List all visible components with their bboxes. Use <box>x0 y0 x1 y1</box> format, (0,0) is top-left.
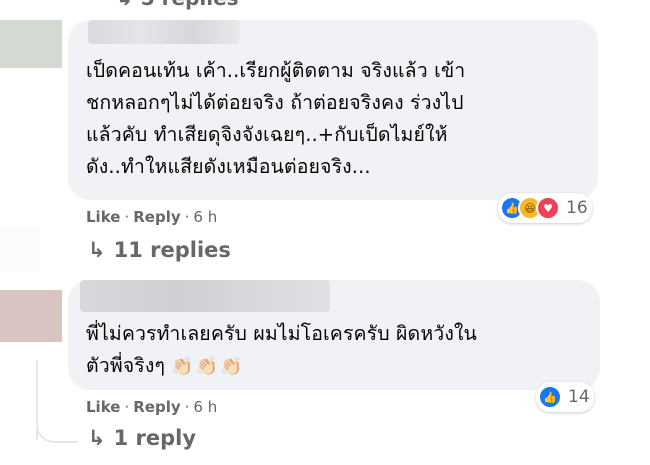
like-icon: 👍 <box>538 385 562 409</box>
comment-text: พี่ไม่ควรทำเลยครับ ผมไม่โอเครครับ ผิดหวั… <box>86 318 596 383</box>
view-replies-label: 1 reply <box>113 426 197 450</box>
reply-button[interactable]: Reply <box>133 208 180 226</box>
timestamp[interactable]: 6 h <box>193 208 217 226</box>
view-replies-link[interactable]: ↳ 11 replies <box>88 238 231 262</box>
comment-text-body: พี่ไม่ควรทำเลยครับ ผมไม่โอเครครับ ผิดหวั… <box>86 322 477 377</box>
clap-emoji: 👏🏻👏🏻👏🏻 <box>171 356 245 377</box>
like-button[interactable]: Like <box>86 208 120 226</box>
reply-button[interactable]: Reply <box>133 398 180 416</box>
reaction-count: 16 <box>566 198 588 218</box>
separator: · <box>184 398 190 416</box>
like-button[interactable]: Like <box>86 398 120 416</box>
reply-arrow-icon: ↳ <box>88 238 106 262</box>
view-replies-link[interactable]: ↳ 1 reply <box>88 426 196 450</box>
commenter-name-blurred[interactable] <box>88 20 240 44</box>
view-replies-label: 11 replies <box>113 238 231 262</box>
reaction-summary[interactable]: 👍 😆 ♥ 16 <box>498 193 592 223</box>
avatar[interactable] <box>0 290 62 342</box>
view-replies-link-top[interactable]: ↳ 5 replies <box>116 0 239 10</box>
thread-gutter <box>0 226 40 272</box>
separator: · <box>184 208 190 226</box>
comment-actions: Like · Reply · 6 h <box>86 398 217 416</box>
reaction-count: 14 <box>568 387 590 407</box>
commenter-name-blurred[interactable] <box>80 280 330 312</box>
separator: · <box>124 398 130 416</box>
reply-arrow-icon: ↳ <box>88 426 106 450</box>
separator: · <box>124 208 130 226</box>
comment-actions: Like · Reply · 6 h <box>86 208 217 226</box>
thread-connector <box>36 395 78 443</box>
view-replies-label: 5 replies <box>141 0 239 10</box>
comment-text: เป็ดคอนเท้น เค้า..เรียกผู้ติดตาม จริงแล้… <box>86 59 466 178</box>
reply-arrow-icon: ↳ <box>116 0 133 10</box>
reaction-summary[interactable]: 👍 14 <box>536 382 594 412</box>
avatar[interactable] <box>0 20 62 68</box>
love-icon: ♥ <box>536 196 560 220</box>
timestamp[interactable]: 6 h <box>193 398 217 416</box>
